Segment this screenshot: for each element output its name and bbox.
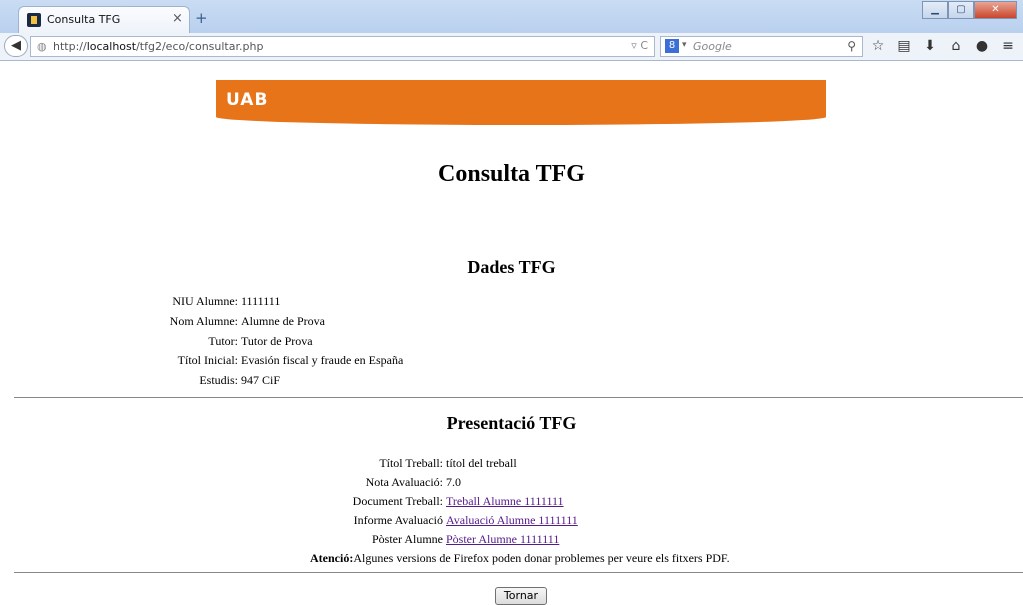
- titol-row: Títol Treball: títol del treball: [379, 456, 517, 470]
- uab-logo: UAB: [226, 90, 269, 110]
- chat-icon[interactable]: ●: [974, 37, 990, 55]
- informe-row: Informe Avaluació Avaluació Alumne 11111…: [353, 513, 578, 528]
- browser-titlebar: Consulta TFG × + ▁ ▢ ✕: [0, 0, 1023, 33]
- browser-tab[interactable]: Consulta TFG ×: [18, 6, 190, 33]
- search-input[interactable]: Google: [693, 40, 732, 53]
- divider: [14, 572, 1023, 573]
- tab-title: Consulta TFG: [47, 13, 121, 26]
- poster-row: Pòster Alumne Pòster Alumne 1111111: [372, 532, 560, 547]
- download-icon[interactable]: ⬇: [922, 37, 938, 55]
- search-bar[interactable]: 8 ▾ Google ⚲: [660, 36, 863, 57]
- bookmark-star-icon[interactable]: ☆: [870, 37, 886, 55]
- back-button[interactable]: ◀: [4, 35, 28, 57]
- window-controls: ▁ ▢ ✕: [922, 1, 1017, 19]
- globe-icon: ◍: [37, 40, 47, 53]
- informe-link[interactable]: Avaluació Alumne 1111111: [446, 513, 578, 528]
- navigation-toolbar: ◀ ◍ http://localhost/tfg2/eco/consultar.…: [0, 33, 1023, 61]
- atencio-text: Algunes versions de Firefox poden donar …: [353, 551, 730, 565]
- google-icon[interactable]: 8: [665, 39, 679, 53]
- field-label: Títol Inicial:: [177, 353, 238, 367]
- field-value: Tutor de Prova: [241, 334, 313, 348]
- search-icon[interactable]: ⚲: [847, 39, 856, 53]
- dropdown-icon[interactable]: ▿: [631, 39, 637, 52]
- dades-row: NIU Alumne: 1111111: [100, 294, 280, 309]
- document-row: Document Treball: Treball Alumne 1111111: [352, 494, 564, 509]
- address-bar[interactable]: ◍ http://localhost/tfg2/eco/consultar.ph…: [30, 36, 655, 57]
- field-label: NIU Alumne:: [172, 294, 238, 308]
- field-value: 947 CiF: [241, 373, 281, 387]
- tornar-button[interactable]: Tornar: [495, 587, 547, 605]
- dades-row: Nom Alumne: Alumne de Prova: [100, 314, 325, 329]
- dades-heading: Dades TFG: [467, 257, 556, 277]
- reload-icon[interactable]: C: [640, 39, 648, 52]
- atencio-note: Atenció:Algunes versions de Firefox pode…: [310, 551, 730, 566]
- field-label: Nom Alumne:: [169, 314, 238, 328]
- document-link[interactable]: Treball Alumne 1111111: [446, 494, 564, 509]
- field-value: Alumne de Prova: [241, 314, 325, 328]
- tab-close-icon[interactable]: ×: [172, 11, 183, 26]
- page-title: Consulta TFG: [438, 161, 585, 187]
- bookmarks-list-icon[interactable]: ▤: [896, 37, 912, 55]
- atencio-label: Atenció:: [310, 551, 354, 565]
- field-label: Tutor:: [208, 334, 238, 348]
- minimize-button[interactable]: ▁: [922, 1, 948, 19]
- new-tab-button[interactable]: +: [195, 9, 208, 27]
- presentacio-heading: Presentació TFG: [446, 413, 577, 433]
- menu-icon[interactable]: ≡: [1000, 37, 1016, 55]
- divider: [14, 397, 1023, 398]
- dades-row: Estudis: 947 CiF: [100, 373, 280, 388]
- dades-row: Títol Inicial: Evasión fiscal y fraude e…: [100, 353, 404, 368]
- maximize-button[interactable]: ▢: [948, 1, 974, 19]
- field-value: Evasión fiscal y fraude en España: [241, 353, 404, 367]
- url-text: http://localhost/tfg2/eco/consultar.php: [53, 40, 264, 53]
- close-window-button[interactable]: ✕: [974, 1, 1017, 19]
- nota-row: Nota Avaluació: 7.0: [365, 475, 461, 489]
- field-value: 1111111: [241, 294, 281, 308]
- chevron-down-icon[interactable]: ▾: [682, 40, 687, 50]
- poster-link[interactable]: Pòster Alumne 1111111: [446, 532, 559, 547]
- dades-row: Tutor: Tutor de Prova: [100, 334, 313, 349]
- home-icon[interactable]: ⌂: [948, 37, 964, 55]
- uab-banner: UAB: [216, 80, 826, 125]
- field-label: Estudis:: [199, 373, 238, 387]
- favicon-icon: [27, 13, 41, 27]
- back-arrow-icon: ◀: [11, 38, 21, 53]
